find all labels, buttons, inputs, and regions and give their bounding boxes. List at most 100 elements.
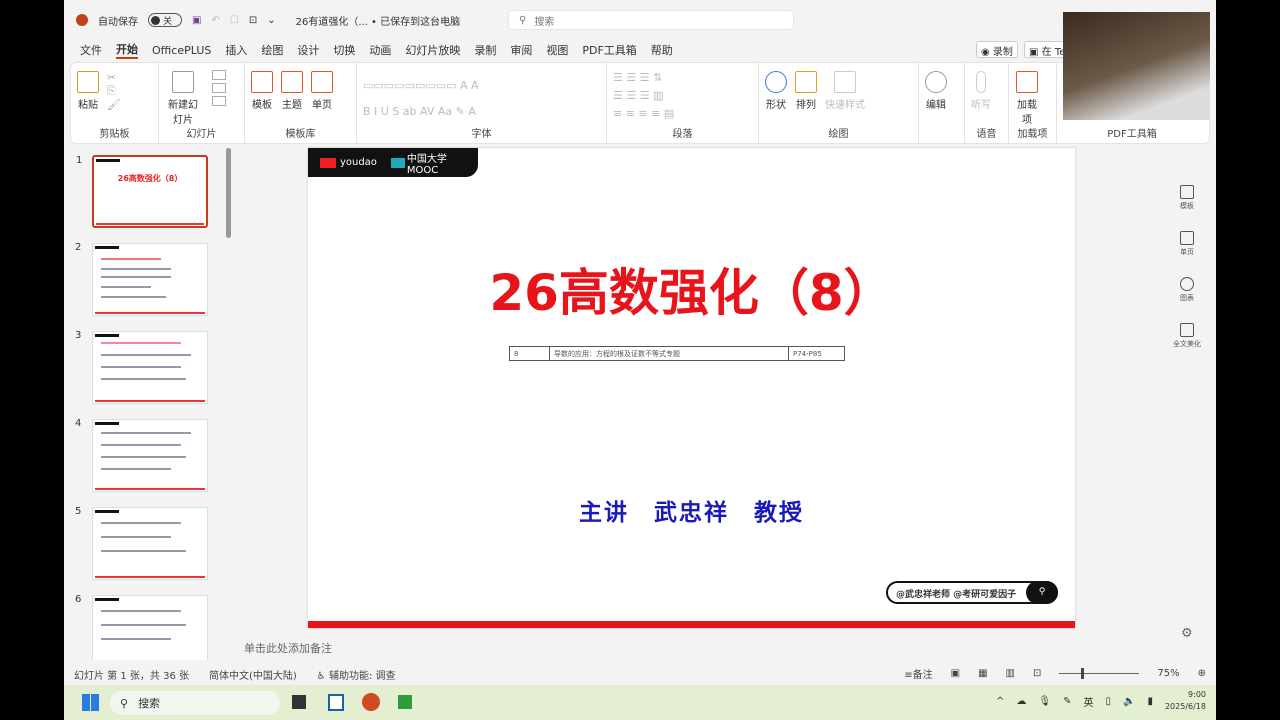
volume-icon[interactable]: 🔈 xyxy=(1123,696,1135,707)
quick-styles-icon xyxy=(834,71,856,93)
accessibility-label: 辅助功能: 调查 xyxy=(328,671,396,682)
group-label: 字体 xyxy=(471,129,492,140)
single-page-icon xyxy=(311,71,333,93)
panel-label: 图表 xyxy=(1180,294,1194,302)
slide-title: 26高数强化（8） xyxy=(489,264,894,322)
menu-officeplus[interactable]: OfficePLUS xyxy=(152,44,211,57)
windows-start-icon[interactable] xyxy=(82,694,99,711)
tablet-icon[interactable]: ▯ xyxy=(1105,696,1111,707)
group-label: 幻灯片 xyxy=(186,129,217,140)
accessibility-indicator[interactable]: ♿ 辅助功能: 调查 xyxy=(317,667,396,682)
thumbnail-3[interactable]: 3 xyxy=(75,330,208,404)
panel-label: 全文美化 xyxy=(1173,340,1201,348)
microphone-icon[interactable]: 🎙 xyxy=(1038,696,1051,707)
panel-beautify[interactable]: 全文美化 xyxy=(1173,323,1201,349)
menu-file[interactable]: 文件 xyxy=(80,42,102,58)
menu-insert[interactable]: 插入 xyxy=(225,42,247,58)
notes-button[interactable]: ≡备注 xyxy=(904,666,932,681)
tray-chevron-icon[interactable]: ^ xyxy=(996,696,1004,707)
slide-thumbnails: 1 26高数强化（8） 2 3 4 5 6 xyxy=(64,145,234,660)
group-font: ▭▭▭▭▭▭▭▭▭ A AB I U S ab AV Aa ✎ A 字体 xyxy=(357,63,607,143)
taskbar-search[interactable]: ⚲ 搜索 xyxy=(110,691,280,715)
menu-animations[interactable]: 动画 xyxy=(369,42,391,58)
autosave-label: 自动保存 xyxy=(98,16,138,28)
menu-design[interactable]: 设计 xyxy=(297,42,319,58)
pen-icon[interactable]: ✎ xyxy=(1063,696,1071,707)
lecturer: 主讲 武忠祥 教授 xyxy=(579,500,804,526)
notes-pane[interactable]: 单击此处添加备注 xyxy=(244,640,332,656)
undo-icon[interactable]: ↶ xyxy=(211,15,219,26)
panel-single-page[interactable]: 单页 xyxy=(1180,231,1194,257)
group-templates: 模板 主题 单页 模板库 xyxy=(245,63,357,143)
paste-icon xyxy=(77,71,99,93)
powerpoint-taskbar-icon[interactable] xyxy=(362,693,380,711)
sorter-view-icon[interactable]: ▦ xyxy=(978,668,987,679)
addins-icon xyxy=(1016,71,1038,93)
touch-mode-icon[interactable]: ☐ xyxy=(230,15,239,26)
group-label: 语音 xyxy=(976,129,997,140)
record-button[interactable]: ◉ 录制 xyxy=(976,41,1018,58)
panel-chart[interactable]: 图表 xyxy=(1180,277,1194,303)
arrange-icon xyxy=(795,71,817,93)
powerpoint-icon xyxy=(76,14,88,26)
present-icon[interactable]: ⊡ xyxy=(249,15,257,26)
slide-number: 4 xyxy=(75,418,82,429)
menu-help[interactable]: 帮助 xyxy=(651,42,673,58)
menu-transitions[interactable]: 切换 xyxy=(333,42,355,58)
menu-record[interactable]: 录制 xyxy=(474,42,496,58)
fit-slide-icon[interactable]: ⊕ xyxy=(1198,668,1206,679)
zoom-level[interactable]: 75% xyxy=(1157,668,1179,679)
group-label: PDF工具箱 xyxy=(1107,129,1157,140)
ime-indicator[interactable]: 英 xyxy=(1083,694,1093,709)
slide-number: 2 xyxy=(75,242,82,253)
title-bar: 自动保存 关 ▣ ↶ ☐ ⊡ ⌄ 26有道强化（... • 已保存到这台电脑 ⚲… xyxy=(64,8,1216,32)
slideshow-icon[interactable]: ⊡ xyxy=(1033,668,1041,679)
magnifier-icon xyxy=(925,71,947,93)
thumbnail-1[interactable]: 1 26高数强化（8） xyxy=(76,155,208,228)
editing-button[interactable]: 编辑 xyxy=(925,67,947,139)
template-icon xyxy=(251,71,273,93)
menu-draw[interactable]: 绘图 xyxy=(261,42,283,58)
language-indicator[interactable]: 简体中文(中国大陆) xyxy=(209,667,297,682)
menu-review[interactable]: 审阅 xyxy=(510,42,532,58)
thumbnail-6[interactable]: 6 xyxy=(75,594,208,660)
webcam-overlay xyxy=(1063,12,1210,120)
reading-view-icon[interactable]: ▥ xyxy=(1006,668,1015,679)
panel-template[interactable]: 模板 xyxy=(1180,185,1194,211)
menu-home[interactable]: 开始 xyxy=(116,41,138,59)
theme-icon xyxy=(281,71,303,93)
group-label: 加载项 xyxy=(1017,129,1048,140)
template-label: 模板 xyxy=(252,100,272,111)
new-slide-icon xyxy=(172,71,194,93)
normal-view-icon[interactable]: ▣ xyxy=(951,668,960,679)
group-label: 模板库 xyxy=(285,129,316,140)
onedrive-icon[interactable]: ☁ xyxy=(1016,696,1026,707)
battery-icon[interactable]: ▮ xyxy=(1147,696,1153,707)
thumbnail-4[interactable]: 4 xyxy=(75,418,208,492)
task-view-icon[interactable] xyxy=(292,695,306,709)
slide-canvas[interactable]: youdao 中国大学MOOC 26高数强化（8） 8 导数的应用：方程的根及证数不… xyxy=(308,148,1075,628)
menu-pdf-tools[interactable]: PDF工具箱 xyxy=(582,42,636,58)
taskbar: ⚲ 搜索 ^ ☁ 🎙 ✎ 英 ▯ 🔈 ▮ 9:00 2025/6/18 xyxy=(64,685,1216,720)
save-icon[interactable]: ▣ xyxy=(192,15,201,26)
file-explorer-icon[interactable] xyxy=(328,694,344,711)
section-icon[interactable] xyxy=(212,96,226,106)
panel-label: 模板 xyxy=(1180,202,1194,210)
autosave-toggle[interactable]: 关 xyxy=(148,13,182,27)
clock[interactable]: 9:00 2025/6/18 xyxy=(1165,689,1206,713)
menu-view[interactable]: 视图 xyxy=(546,42,568,58)
customize-icon[interactable]: ⌄ xyxy=(267,15,275,26)
toggle-state: 关 xyxy=(163,16,173,27)
editing-label: 编辑 xyxy=(926,100,946,111)
settings-icon[interactable]: ⚙ xyxy=(1181,626,1193,641)
thumbnail-5[interactable]: 5 xyxy=(75,506,208,580)
wechat-icon[interactable] xyxy=(398,695,412,709)
document-title[interactable]: 26有道强化（... • 已保存到这台电脑 xyxy=(296,13,461,28)
thumbnail-scrollbar[interactable] xyxy=(226,148,231,238)
zoom-slider[interactable] xyxy=(1059,668,1140,679)
layout-icon[interactable] xyxy=(212,70,226,80)
reset-icon[interactable] xyxy=(212,83,226,93)
menu-slideshow[interactable]: 幻灯片放映 xyxy=(405,42,460,58)
search-box[interactable]: ⚲ 搜索 xyxy=(508,10,794,30)
thumbnail-2[interactable]: 2 xyxy=(75,242,208,316)
